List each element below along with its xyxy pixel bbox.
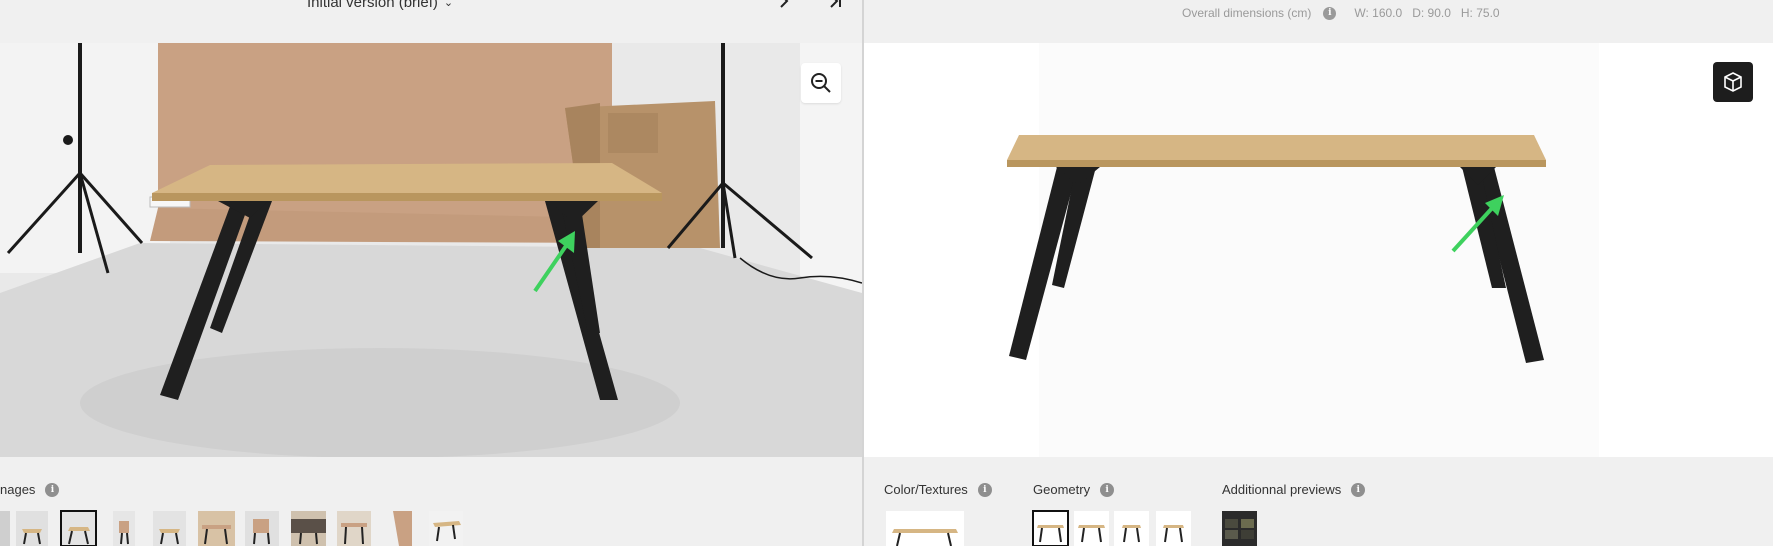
- image-thumb-selected[interactable]: [60, 510, 97, 546]
- image-thumb[interactable]: [153, 511, 186, 546]
- geometry-section-label: Geometry i: [1033, 482, 1115, 497]
- table-render-image: [864, 43, 1773, 457]
- geometry-thumb[interactable]: [1114, 511, 1149, 546]
- width-value: W: 160.0: [1354, 6, 1403, 20]
- dimensions-label: Overall dimensions (cm): [1182, 6, 1312, 20]
- version-label: Initial version (brief): [307, 0, 438, 11]
- image-thumb[interactable]: [337, 511, 371, 546]
- info-icon[interactable]: i: [1323, 6, 1337, 20]
- images-label: nages: [0, 482, 36, 497]
- zoom-out-button[interactable]: [801, 63, 841, 103]
- image-thumb[interactable]: [429, 511, 463, 546]
- left-toolbar: Initial version (brief) ⌄: [0, 0, 862, 43]
- version-dropdown[interactable]: Initial version (brief) ⌄: [307, 0, 453, 11]
- image-thumb[interactable]: [387, 511, 412, 546]
- info-icon[interactable]: i: [45, 482, 60, 497]
- depth-value: D: 90.0: [1412, 6, 1451, 20]
- studio-photo-image: [0, 43, 862, 457]
- 3d-cube-icon: [1724, 72, 1742, 92]
- geometry-label: Geometry: [1033, 482, 1091, 497]
- chevron-right-icon[interactable]: [778, 0, 790, 13]
- textures-section-label: Color/Textures i: [884, 482, 992, 497]
- image-thumb[interactable]: [113, 511, 135, 546]
- images-section-label: nages i: [0, 482, 60, 497]
- 3d-view-button[interactable]: [1713, 62, 1753, 102]
- image-thumb[interactable]: [0, 511, 10, 546]
- previews-section-label: Additionnal previews i: [1222, 482, 1366, 497]
- right-pane: Overall dimensions (cm) i W: 160.0 D: 90…: [864, 0, 1773, 546]
- image-thumb[interactable]: [245, 511, 279, 546]
- skip-to-end-icon[interactable]: [829, 0, 843, 13]
- height-value: H: 75.0: [1460, 6, 1500, 20]
- image-thumb[interactable]: [16, 511, 48, 546]
- textures-label: Color/Textures: [884, 482, 968, 497]
- image-thumb[interactable]: [198, 511, 235, 546]
- compare-view: Initial version (brief) ⌄ nages i Overal…: [0, 0, 1773, 546]
- left-pane: Initial version (brief) ⌄ nages i: [0, 0, 862, 546]
- zoom-out-icon: [811, 73, 831, 93]
- info-icon[interactable]: i: [1351, 482, 1366, 497]
- reference-photo: [0, 43, 862, 457]
- chevron-down-icon: ⌄: [443, 0, 454, 9]
- 3d-render-view[interactable]: [864, 43, 1773, 457]
- info-icon[interactable]: i: [977, 482, 992, 497]
- texture-thumb[interactable]: [886, 511, 964, 546]
- geometry-thumb[interactable]: [1074, 511, 1109, 546]
- geometry-thumb[interactable]: [1156, 511, 1191, 546]
- geometry-thumb-selected[interactable]: [1032, 510, 1069, 546]
- previews-label: Additionnal previews: [1222, 482, 1342, 497]
- preview-thumb[interactable]: [1222, 511, 1257, 546]
- info-icon[interactable]: i: [1100, 482, 1115, 497]
- image-thumb[interactable]: [291, 511, 326, 546]
- overall-dimensions: Overall dimensions (cm) i W: 160.0 D: 90…: [1182, 6, 1500, 20]
